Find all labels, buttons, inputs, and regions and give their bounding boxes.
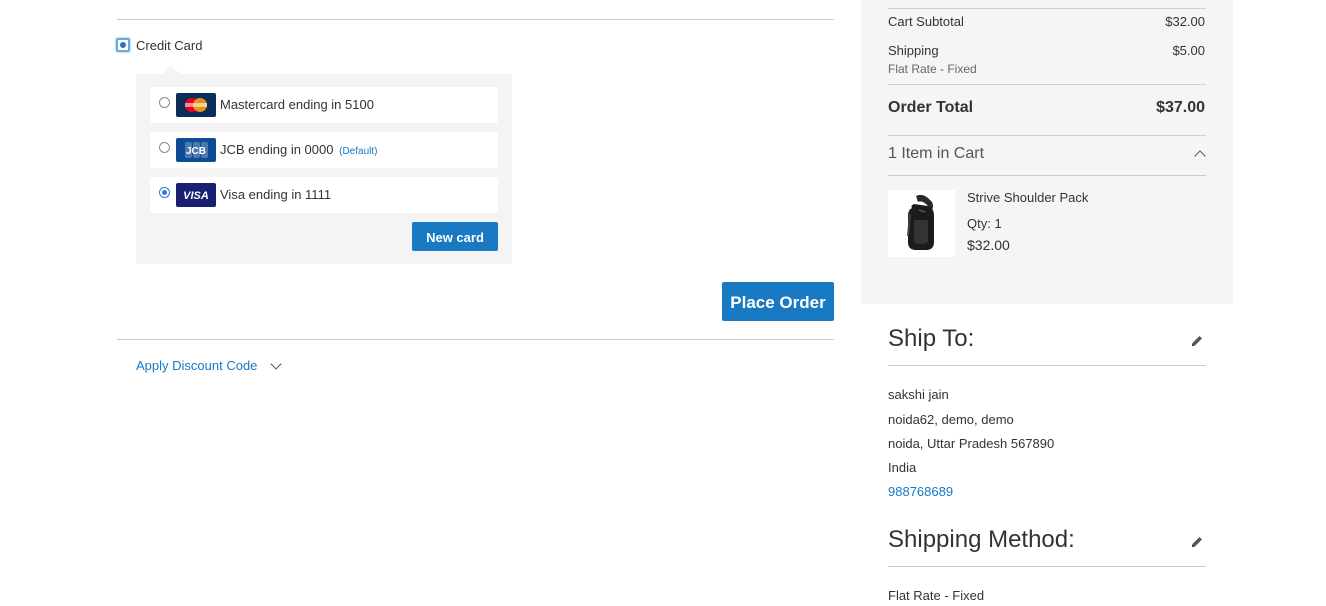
credit-card-method-radio[interactable] [116,38,130,52]
product-price: $32.00 [967,237,1010,253]
svg-text:JCB: JCB [186,146,206,157]
product-qty: Qty: 1 [967,216,1002,231]
payment-top-divider [117,19,834,20]
ship-to-phone-link[interactable]: 988768689 [888,484,953,499]
order-total-label: Order Total [888,99,974,116]
ship-to-divider [888,365,1206,366]
ship-to-name: sakshi jain [888,387,949,402]
items-in-cart-toggle[interactable]: 1 Item in Cart [888,145,984,163]
default-card-tag: (Default) [339,146,378,157]
shipping-method-value: Flat Rate - Fixed [888,588,985,603]
saved-card-row[interactable]: Mastercard ending in 5100 [150,87,498,123]
discount-divider [117,339,834,340]
mastercard-icon [176,93,216,117]
ship-to-street: noida62, demo, demo [888,412,1014,427]
card-label: Visa ending in 1111 [220,187,332,202]
saved-card-row[interactable]: VISA Visa ending in 1111 [150,177,498,213]
saved-card-row[interactable]: JCB JCB ending in 0000 (Default) [150,132,498,168]
ship-to-title: Ship To: [888,325,975,352]
svg-text:VISA: VISA [183,190,209,202]
jcb-icon: JCB [176,138,216,162]
card-radio[interactable] [159,187,170,198]
order-total-value: $37.00 [1156,99,1205,116]
product-name: Strive Shoulder Pack [967,190,1089,205]
shipping-label: Shipping [888,43,939,58]
shipping-method-divider [888,566,1206,567]
card-label: Mastercard ending in 5100 [220,97,374,112]
visa-icon: VISA [176,183,216,207]
items-divider-bottom [888,175,1206,176]
ship-to-city: noida, Uttar Pradesh 567890 [888,436,1055,451]
card-label: JCB ending in 0000 (Default) [220,142,378,157]
chevron-down-icon[interactable] [270,358,282,370]
product-thumbnail [888,190,955,257]
credit-card-method-label[interactable]: Credit Card [136,38,202,53]
items-divider-top [888,135,1206,136]
total-divider [888,84,1206,85]
shipping-method-sub: Flat Rate - Fixed [888,62,977,76]
place-order-button[interactable]: Place Order [722,282,834,321]
card-radio[interactable] [159,97,170,108]
pencil-icon[interactable] [1190,334,1204,348]
apply-discount-toggle[interactable]: Apply Discount Code [136,358,257,373]
ship-to-country: India [888,460,917,475]
new-card-button[interactable]: New card [412,222,498,251]
backpack-icon [907,194,934,250]
cart-subtotal-label: Cart Subtotal [888,14,964,29]
shipping-method-title: Shipping Method: [888,526,1075,553]
summary-top-divider [888,8,1206,9]
card-radio[interactable] [159,142,170,153]
shipping-value: $5.00 [1172,43,1205,58]
cart-subtotal-value: $32.00 [1165,14,1205,29]
pencil-icon[interactable] [1190,535,1204,549]
